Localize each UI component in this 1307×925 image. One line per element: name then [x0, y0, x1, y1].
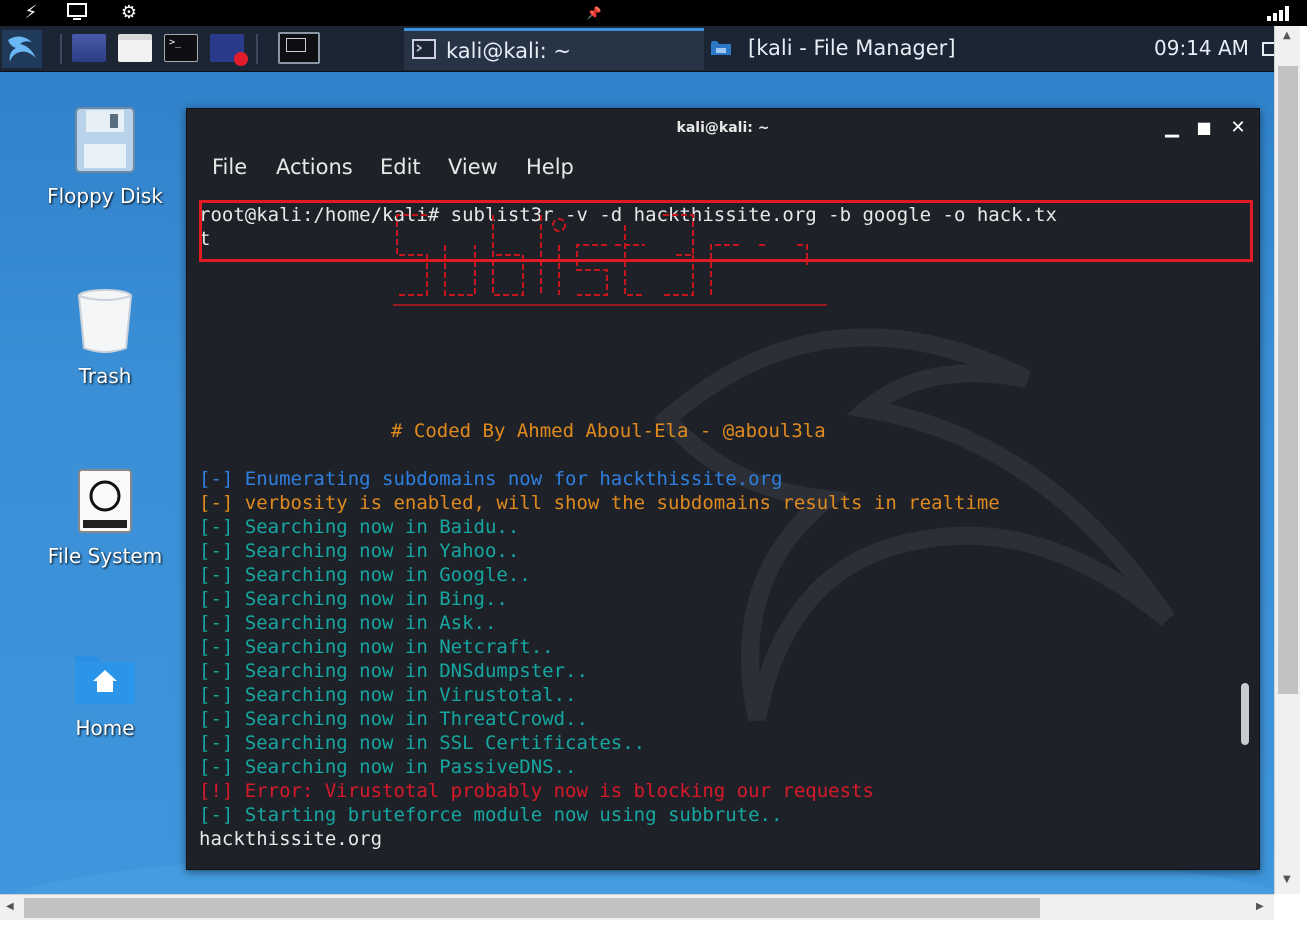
banner-credit: # Coded By Ahmed Aboul-Ela - @aboul3la	[391, 420, 826, 442]
gear-icon[interactable]: ⚙	[118, 2, 140, 24]
panel-overflow-icon[interactable]	[1262, 42, 1274, 56]
home-folder-icon	[75, 656, 135, 704]
floppy-disk-icon	[75, 107, 135, 173]
scroll-right-arrow-icon[interactable]: ▶	[1256, 901, 1264, 912]
terminal-scroll-thumb[interactable]	[1241, 683, 1249, 745]
menu-bar: File Actions Edit View Help	[187, 149, 1259, 189]
remote-toolbar: ⚡ ⚙ 📌	[0, 0, 1307, 26]
output-lines: [-] Enumerating subdomains now for hackt…	[199, 467, 1235, 851]
desktop-icon-trash[interactable]: Trash	[30, 288, 180, 388]
workspace-switcher[interactable]	[278, 32, 320, 64]
desktop-icon-label: Trash	[78, 364, 132, 388]
task-label: kali@kali: ~	[446, 39, 572, 63]
desktop-icon-file-system[interactable]: File System	[30, 468, 180, 568]
show-desktop-button[interactable]	[72, 34, 106, 62]
folder-icon	[711, 41, 731, 55]
desktop-icon-label: File System	[47, 544, 163, 568]
terminal-window[interactable]: kali@kali: ~ ▁ ■ ✕ File Actions Edit Vie…	[186, 108, 1260, 870]
horizontal-scroll-thumb[interactable]	[24, 898, 1040, 918]
desktop-icon-home[interactable]: Home	[30, 654, 180, 740]
taskbar-panel: >_ kali@kali: ~ [kali - File Manager] 09…	[0, 26, 1274, 72]
task-button-terminal[interactable]: kali@kali: ~	[404, 28, 704, 70]
close-button[interactable]: ✕	[1227, 117, 1249, 139]
task-button-file-manager[interactable]: [kali - File Manager]	[706, 28, 996, 70]
horizontal-scrollbar[interactable]: ◀ ▶	[0, 894, 1274, 920]
output-line: [-] Searching now in Virustotal..	[199, 684, 577, 706]
output-line: [-] Starting bruteforce module now using…	[199, 804, 783, 826]
terminal-icon	[412, 39, 436, 59]
screen-recorder-launcher[interactable]	[210, 34, 248, 66]
output-line: [-] Searching now in Netcraft..	[199, 636, 554, 658]
output-line: [!] Error: Virustotal probably now is bl…	[199, 780, 874, 802]
output-line: [-] Searching now in ThreatCrowd..	[199, 708, 588, 730]
desktop-icon-label: Home	[75, 716, 135, 740]
output-line: hackthissite.org	[199, 828, 383, 850]
terminal-thumbnail-icon	[286, 38, 306, 52]
kali-menu-button[interactable]	[2, 30, 42, 68]
monitor-icon[interactable]	[66, 2, 88, 24]
scroll-left-arrow-icon[interactable]: ◀	[6, 901, 14, 912]
output-line: [-] Searching now in Ask..	[199, 612, 497, 634]
drive-icon	[78, 469, 132, 533]
output-line: [-] Searching now in PassiveDNS..	[199, 756, 577, 778]
output-line: [-] Searching now in SSL Certificates..	[199, 732, 646, 754]
output-line: [-] Searching now in DNSdumpster..	[199, 660, 588, 682]
maximize-button[interactable]: ■	[1193, 117, 1215, 139]
desktop-icon-floppy-disk[interactable]: Floppy Disk	[30, 106, 180, 208]
output-line: [-] verbosity is enabled, will show the …	[199, 492, 1000, 514]
menu-view[interactable]: View	[448, 155, 498, 179]
menu-edit[interactable]: Edit	[380, 155, 421, 179]
output-line: [-] Enumerating subdomains now for hackt…	[199, 468, 783, 490]
menu-help[interactable]: Help	[526, 155, 574, 179]
window-title: kali@kali: ~	[676, 120, 770, 136]
desktop-icon-label: Floppy Disk	[47, 184, 163, 208]
output-line: [-] Searching now in Bing..	[199, 588, 508, 610]
vertical-scroll-thumb[interactable]	[1278, 66, 1298, 694]
menu-actions[interactable]: Actions	[276, 155, 353, 179]
vertical-scrollbar[interactable]: ▲ ▼	[1274, 26, 1300, 894]
task-label: [kali - File Manager]	[748, 36, 956, 60]
menu-file[interactable]: File	[212, 155, 247, 179]
record-icon	[234, 52, 248, 66]
clock[interactable]: 09:14 AM	[1154, 36, 1249, 60]
scroll-up-arrow-icon[interactable]: ▲	[1283, 30, 1291, 41]
kali-dragon-icon	[2, 30, 42, 68]
minimize-button[interactable]: ▁	[1161, 117, 1183, 139]
terminal-prompt-icon: >_	[169, 37, 182, 48]
trash-icon	[77, 289, 133, 353]
output-line: [-] Searching now in Google..	[199, 564, 531, 586]
lightning-icon[interactable]: ⚡	[20, 2, 42, 24]
output-line: [-] Searching now in Yahoo..	[199, 540, 520, 562]
command-highlight-box	[199, 200, 1253, 262]
file-manager-launcher[interactable]	[118, 34, 152, 62]
scroll-down-arrow-icon[interactable]: ▼	[1283, 874, 1291, 885]
terminal-scrollbar[interactable]	[1241, 189, 1251, 861]
terminal-launcher[interactable]: >_	[164, 34, 198, 62]
signal-strength-icon	[1267, 6, 1289, 21]
output-line: [-] Searching now in Baidu..	[199, 516, 520, 538]
pin-icon[interactable]: 📌	[583, 2, 605, 24]
